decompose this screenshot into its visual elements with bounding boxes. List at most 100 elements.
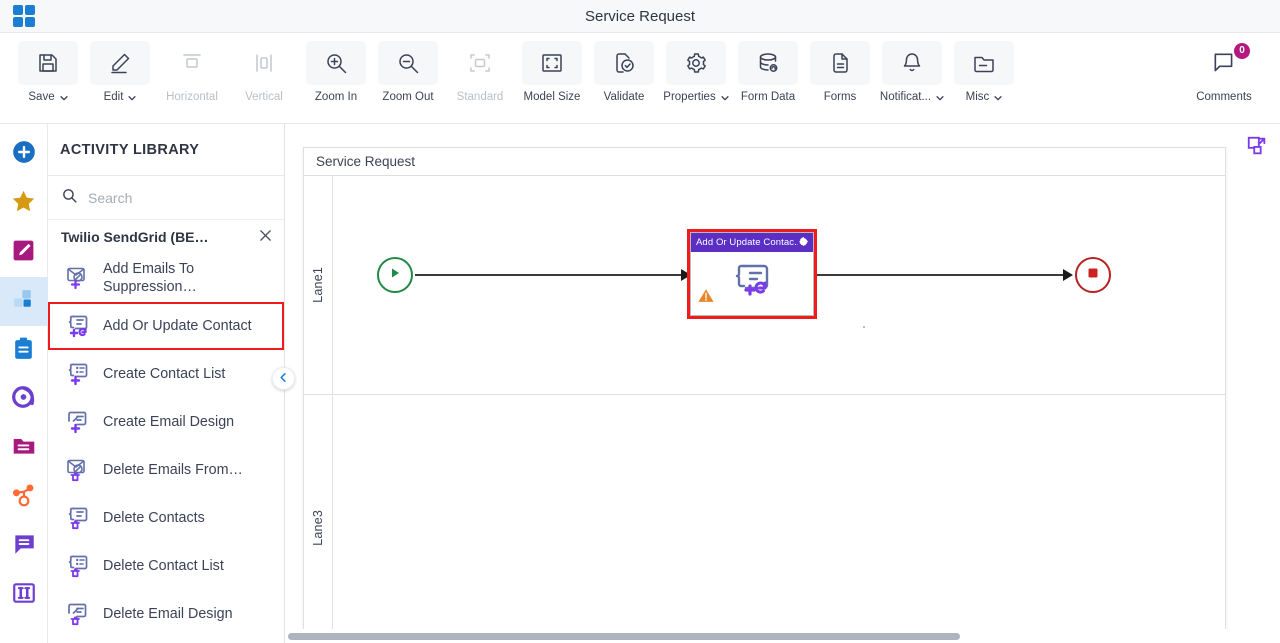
toolbar-button-zoom-in[interactable]: Zoom In	[300, 41, 372, 103]
body: ACTIVITY LIBRARY Twilio SendGrid (BE… Ad…	[0, 124, 1280, 643]
toolbar-button-standard: Standard	[444, 41, 516, 103]
toolbar-button-form-data[interactable]: Form Data	[732, 41, 804, 103]
rail-item-favorites[interactable]	[0, 179, 48, 228]
pencil-square-icon	[11, 238, 36, 268]
standard-size-icon	[450, 41, 510, 85]
rail-item-hubspot[interactable]	[0, 473, 48, 522]
lane-3-label: Lane3	[311, 509, 325, 546]
comments-button[interactable]: 0 Comments	[1188, 41, 1260, 103]
bell-icon	[882, 41, 942, 85]
sequence-flow-2[interactable]	[817, 274, 1065, 276]
canvas-horizontal-scrollbar[interactable]	[285, 629, 1280, 643]
toolbar-button-model-size[interactable]: Model Size	[516, 41, 588, 103]
toolbar-button-notificat[interactable]: Notificat...	[876, 41, 948, 103]
activity-item[interactable]: Delete Contacts	[48, 494, 284, 542]
toolbar-button-label: Form Data	[740, 91, 796, 103]
activity-item[interactable]: Delete Emails From…	[48, 446, 284, 494]
start-event[interactable]	[377, 257, 413, 293]
icon-rail	[0, 124, 48, 643]
toolbar-button-zoom-out[interactable]: Zoom Out	[372, 41, 444, 103]
search-icon	[61, 187, 78, 209]
toolbar-button-label: Notificat...	[880, 91, 944, 103]
rail-item-activities[interactable]	[0, 277, 48, 326]
toolbar-button-label: Zoom In	[314, 91, 358, 103]
sequence-flow-1[interactable]	[415, 274, 687, 276]
activity-item-label: Delete Emails From…	[103, 462, 243, 478]
save-disk-icon	[18, 41, 78, 85]
chevron-down-icon	[59, 93, 68, 102]
contact-add-update-icon	[728, 260, 776, 307]
lane-1-body[interactable]: Add Or Update Contac...	[333, 176, 1225, 394]
task-header: Add Or Update Contac...	[691, 233, 813, 252]
rail-item-folders[interactable]	[0, 424, 48, 473]
comments-label: Comments	[1196, 91, 1252, 103]
rail-item-authoring[interactable]	[0, 228, 48, 277]
toolbar-button-label: Horizontal	[166, 91, 218, 103]
comments-badge: 0	[1234, 43, 1250, 59]
toolbar-button-save[interactable]: Save	[12, 41, 84, 103]
rail-item-columns[interactable]	[0, 571, 48, 620]
toolbar-button-misc[interactable]: Misc	[948, 41, 1020, 103]
diagram-canvas[interactable]: Service Request Lane1 Add Or Update Cont…	[285, 124, 1280, 643]
end-event[interactable]	[1075, 257, 1111, 293]
toolbar-button-label: Properties	[663, 91, 729, 103]
activity-item-label: Delete Email Design	[103, 606, 233, 622]
warning-triangle-icon[interactable]	[698, 288, 714, 308]
scrollbar-thumb[interactable]	[288, 633, 960, 640]
chevron-down-icon	[993, 93, 1002, 102]
rail-item-tasks[interactable]	[0, 326, 48, 375]
pool[interactable]: Service Request Lane1 Add Or Update Cont…	[303, 147, 1226, 643]
toolbar-button-vertical: Vertical	[228, 41, 300, 103]
panel-collapse-button[interactable]	[272, 367, 295, 390]
rail-item-integrations[interactable]	[0, 375, 48, 424]
document-copy-icon	[810, 41, 870, 85]
rail-item-add-new[interactable]	[0, 130, 48, 179]
close-x-icon[interactable]	[259, 229, 272, 245]
rail-item-messages[interactable]	[0, 522, 48, 571]
contact-delete-icon	[63, 503, 93, 533]
lane-3-body[interactable]	[333, 396, 1225, 643]
grid-apps-icon[interactable]	[13, 5, 37, 27]
toolbar-button-label: Zoom Out	[382, 91, 434, 103]
email-design-add-icon	[63, 407, 93, 437]
activity-item[interactable]: Delete Email Design	[48, 590, 284, 638]
hubspot-icon	[11, 482, 37, 513]
activity-item-label: Delete Contacts	[103, 510, 205, 526]
activity-item-label: Delete Contact List	[103, 558, 224, 574]
activity-item[interactable]: Add Or Update Contact	[48, 302, 284, 350]
search-input[interactable]	[88, 189, 248, 206]
search-row[interactable]	[48, 176, 284, 220]
toolbar-button-forms[interactable]: Forms	[804, 41, 876, 103]
activity-item-label: Add Or Update Contact	[103, 318, 252, 334]
lane-1-label: Lane1	[311, 267, 325, 303]
play-triangle-icon	[388, 266, 402, 285]
gear-icon[interactable]	[798, 234, 809, 252]
toolbar-button-validate[interactable]: Validate	[588, 41, 660, 103]
activity-item-label: Create Email Design	[103, 414, 235, 430]
toolbar: Save Edit Horizontal Vertical Zoom In Zoom Ou…	[0, 33, 1280, 124]
activity-item[interactable]: Delete Contact List	[48, 542, 284, 590]
activity-item[interactable]: Create Email Design	[48, 398, 284, 446]
pencil-edit-icon	[90, 41, 150, 85]
columns-icon	[11, 580, 37, 611]
lane-1[interactable]: Lane1 Add Or Update Contac...	[304, 176, 1225, 395]
email-design-delete-icon	[63, 599, 93, 629]
activity-item[interactable]: Add Emails To Suppression…	[48, 254, 284, 302]
lane-3[interactable]: Lane3	[304, 396, 1225, 643]
folder-misc-icon	[954, 41, 1014, 85]
expand-diagonal-icon[interactable]	[1246, 135, 1268, 162]
zoom-in-icon	[306, 41, 366, 85]
validate-check-icon	[594, 41, 654, 85]
model-size-icon	[522, 41, 582, 85]
activity-item[interactable]: Create Contact List	[48, 350, 284, 398]
task-add-or-update-contact[interactable]: Add Or Update Contac...	[687, 229, 817, 319]
toolbar-button-properties[interactable]: Properties	[660, 41, 732, 103]
star-icon	[10, 188, 37, 220]
plus-circle-icon	[11, 139, 37, 170]
pool-title: Service Request	[304, 148, 1225, 176]
swirl-icon	[11, 384, 37, 415]
chevron-down-icon	[720, 93, 729, 102]
toolbar-button-edit[interactable]: Edit	[84, 41, 156, 103]
contact-list-add-icon	[63, 359, 93, 389]
contact-add-update-icon	[63, 311, 93, 341]
